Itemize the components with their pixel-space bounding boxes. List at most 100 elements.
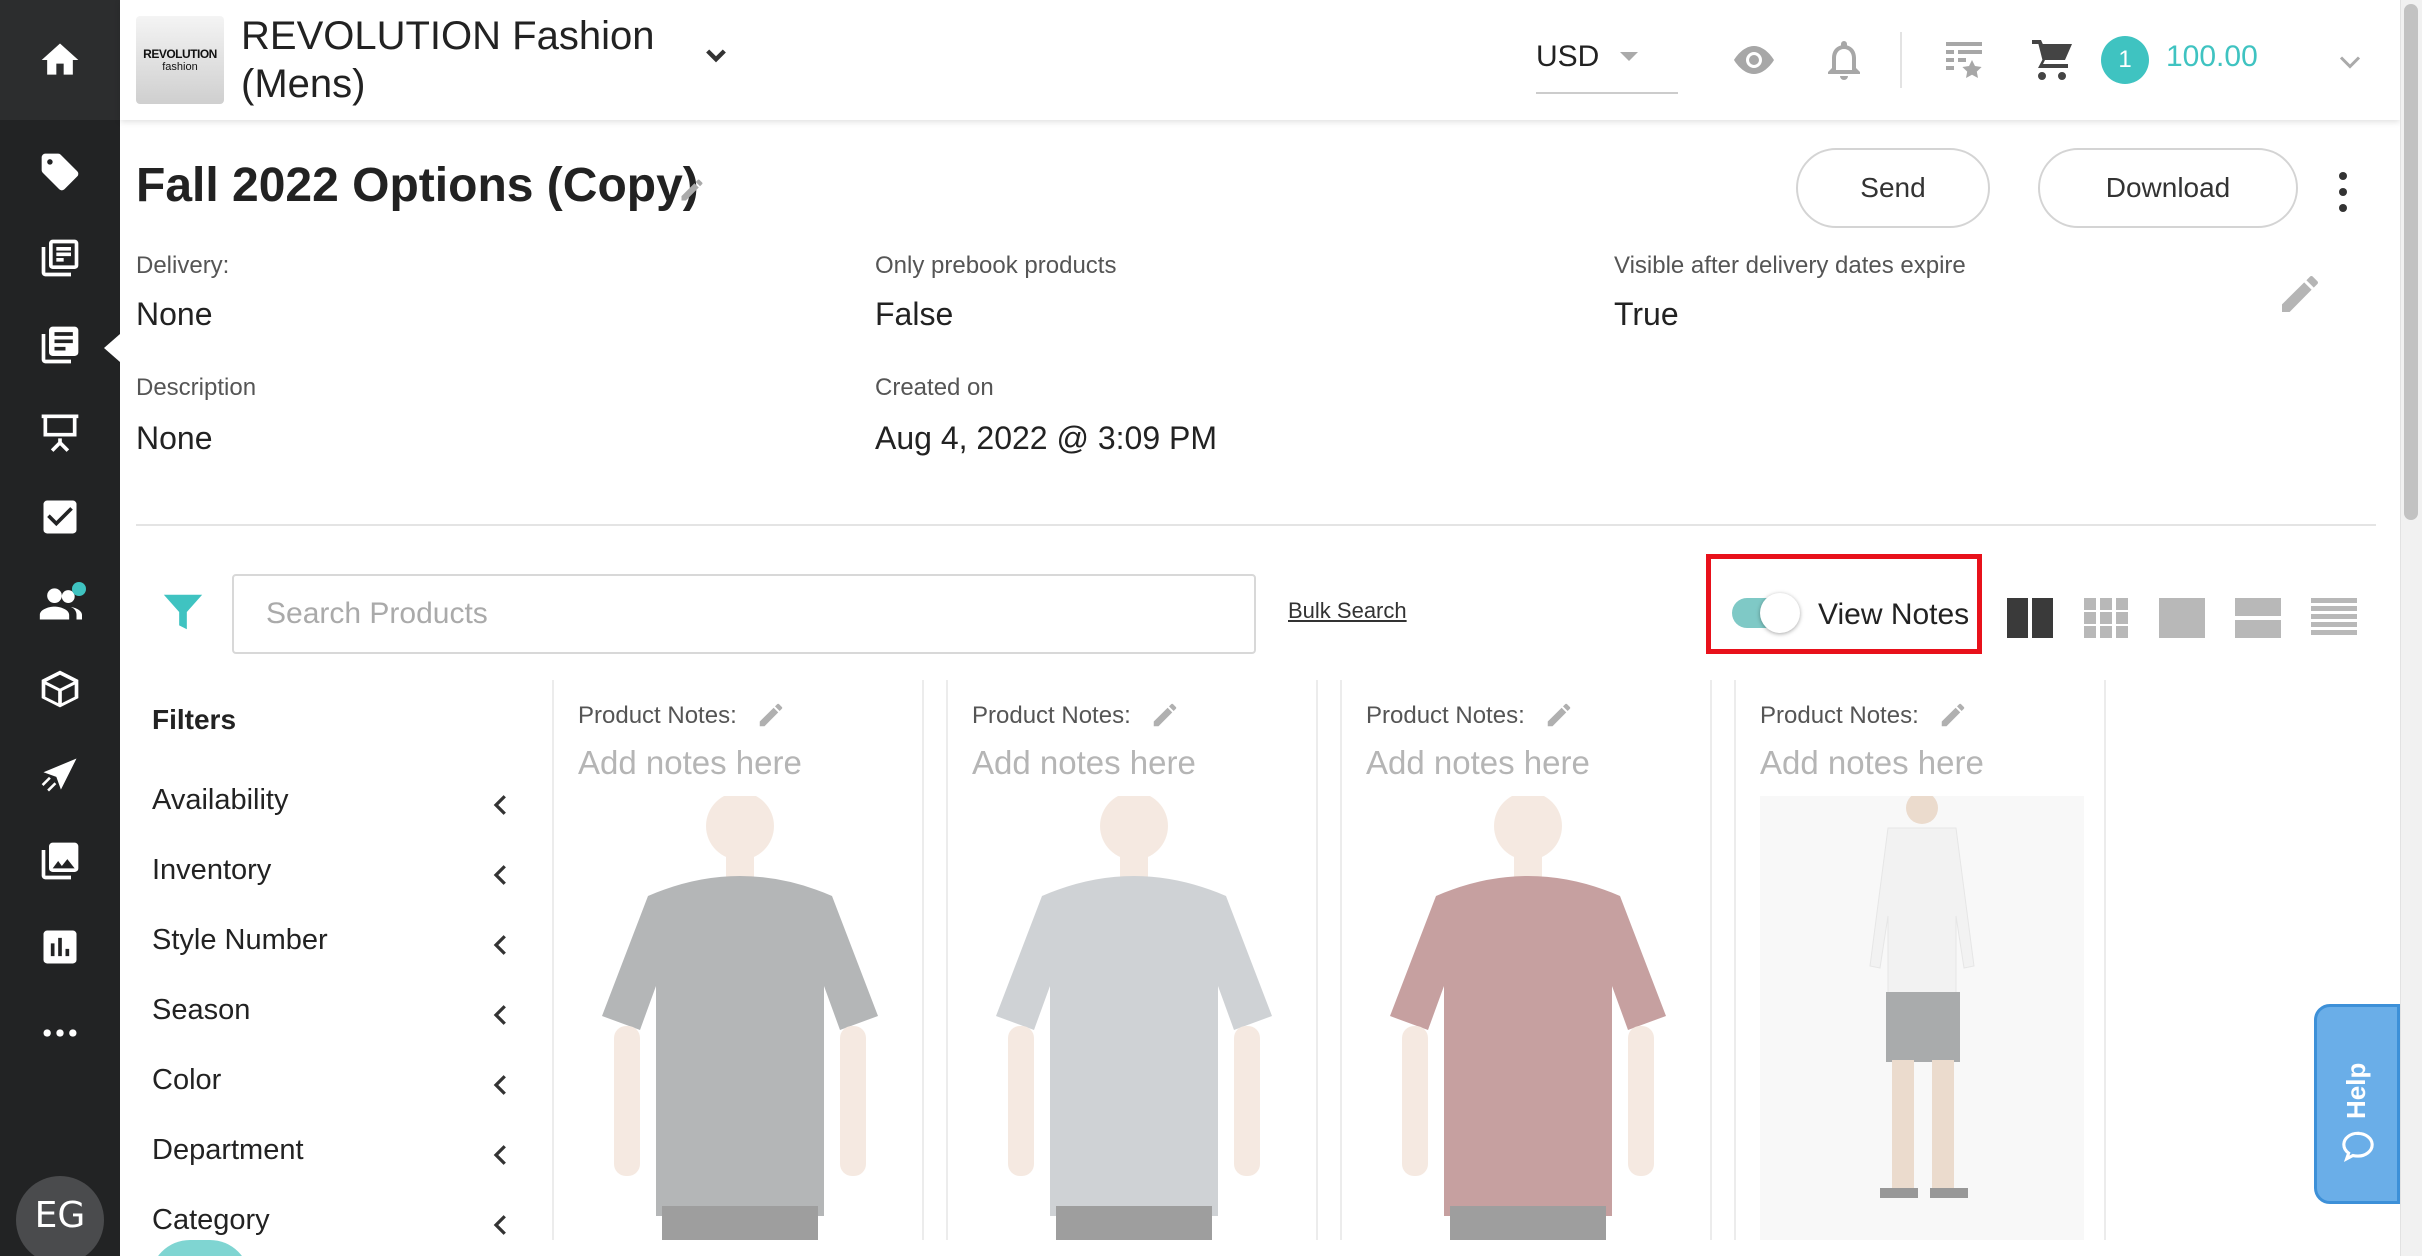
nav-pricing[interactable] xyxy=(0,129,120,215)
brand-switcher-chevron-icon[interactable] xyxy=(696,36,736,76)
product-card[interactable]: Product Notes: Add notes here xyxy=(1340,680,1712,1240)
notes-placeholder[interactable]: Add notes here xyxy=(578,744,802,782)
currency-value: USD xyxy=(1536,40,1600,73)
preview-button[interactable] xyxy=(1730,36,1778,88)
edit-notes-pencil-icon[interactable] xyxy=(1150,700,1180,734)
edit-details-pencil-icon[interactable] xyxy=(2276,270,2324,322)
notification-dot xyxy=(72,582,86,596)
reports-icon xyxy=(43,930,77,964)
product-image[interactable] xyxy=(1366,796,1690,1240)
chevron-left-icon xyxy=(486,790,516,828)
home-icon xyxy=(41,43,79,75)
layout-rows-icon[interactable] xyxy=(2234,594,2282,646)
cart-button[interactable] xyxy=(2028,36,2076,88)
favorites-button[interactable] xyxy=(1940,36,1988,88)
filter-label: Season xyxy=(152,994,251,1026)
filter-label: Category xyxy=(152,1204,270,1236)
edit-notes-pencil-icon[interactable] xyxy=(756,700,786,734)
cart-total[interactable]: 100.00 xyxy=(2166,40,2258,74)
filter-inventory[interactable]: Inventory xyxy=(152,854,522,904)
filter-label: Inventory xyxy=(152,854,272,886)
notes-placeholder[interactable]: Add notes here xyxy=(1366,744,1590,782)
nav-reports[interactable] xyxy=(0,904,120,990)
delivery-label: Delivery: xyxy=(136,252,230,279)
product-card[interactable]: Product Notes: Add notes here xyxy=(1734,680,2106,1240)
edit-notes-pencil-icon[interactable] xyxy=(1544,700,1574,734)
layout-large-columns-icon[interactable] xyxy=(2006,594,2054,646)
layout-single-icon[interactable] xyxy=(2158,594,2206,646)
nav-campaigns[interactable] xyxy=(0,732,120,818)
notes-placeholder[interactable]: Add notes here xyxy=(972,744,1196,782)
view-notes-label[interactable]: View Notes xyxy=(1818,598,1969,632)
product-card[interactable]: Product Notes: Add notes here xyxy=(946,680,1318,1240)
help-tab[interactable]: Help xyxy=(2314,1004,2400,1204)
bulk-search-link[interactable]: Bulk Search xyxy=(1288,598,1407,624)
filter-style-number[interactable]: Style Number xyxy=(152,924,522,974)
notifications-button[interactable] xyxy=(1820,36,1868,88)
search-products-input[interactable]: Search Products xyxy=(232,574,1256,654)
home-button[interactable] xyxy=(0,0,120,120)
product-notes-label: Product Notes: xyxy=(972,702,1131,729)
product-card[interactable]: Product Notes: Add notes here xyxy=(552,680,924,1240)
send-button[interactable]: Send xyxy=(1796,148,1990,228)
account-chevron-down-icon[interactable] xyxy=(2332,44,2368,84)
nav-orders[interactable] xyxy=(0,474,120,560)
filter-color[interactable]: Color xyxy=(152,1064,522,1114)
main-navigation-rail: EG xyxy=(0,0,120,1256)
visible-after-value: True xyxy=(1614,296,1679,332)
scrollbar-thumb[interactable] xyxy=(2404,4,2418,520)
chevron-left-icon xyxy=(486,1000,516,1038)
edit-notes-pencil-icon[interactable] xyxy=(1938,700,1968,734)
layout-list-icon[interactable] xyxy=(2310,594,2358,646)
active-nav-indicator xyxy=(104,334,120,362)
caret-down-icon xyxy=(1620,52,1638,61)
product-image[interactable] xyxy=(972,796,1296,1240)
currency-select[interactable]: USD xyxy=(1536,30,1678,94)
filter-label: Color xyxy=(152,1064,222,1096)
logo-line1: REVOLUTION xyxy=(143,47,217,61)
chevron-left-icon xyxy=(486,1140,516,1178)
nav-more[interactable] xyxy=(0,990,120,1076)
view-notes-toggle[interactable] xyxy=(1732,593,1800,633)
download-button[interactable]: Download xyxy=(2038,148,2298,228)
nav-inventory[interactable] xyxy=(0,646,120,732)
nav-media[interactable] xyxy=(0,818,120,904)
filter-season[interactable]: Season xyxy=(152,994,522,1044)
created-value: Aug 4, 2022 @ 3:09 PM xyxy=(875,420,1218,456)
bell-icon xyxy=(1828,41,1860,80)
layout-grid-icon[interactable] xyxy=(2082,594,2130,646)
filter-funnel-icon[interactable] xyxy=(160,586,206,642)
linesheet-icon xyxy=(41,326,79,364)
email-campaign-icon xyxy=(41,758,77,792)
product-image[interactable] xyxy=(1760,796,2084,1240)
chevron-left-icon xyxy=(486,930,516,968)
presentation-icon xyxy=(41,414,79,452)
created-label: Created on xyxy=(875,374,994,401)
nav-customers[interactable] xyxy=(0,560,120,646)
filter-label: Department xyxy=(152,1134,304,1166)
description-label: Description xyxy=(136,374,257,401)
price-tag-icon xyxy=(41,153,79,191)
more-options-kebab-icon[interactable] xyxy=(2328,168,2358,216)
filter-label: Availability xyxy=(152,784,289,816)
product-notes-label: Product Notes: xyxy=(1366,702,1525,729)
filter-department[interactable]: Department xyxy=(152,1134,522,1184)
user-avatar[interactable]: EG xyxy=(16,1176,104,1256)
brand-name[interactable]: REVOLUTION Fashion (Mens) xyxy=(241,12,661,108)
edit-title-pencil-icon[interactable] xyxy=(678,176,706,208)
nav-linesheets[interactable] xyxy=(0,302,120,388)
cart-icon xyxy=(2032,40,2072,80)
product-image[interactable] xyxy=(578,796,902,1240)
nav-catalogs[interactable] xyxy=(0,215,120,301)
notes-placeholder[interactable]: Add notes here xyxy=(1760,744,1984,782)
cart-count-badge[interactable]: 1 xyxy=(2101,36,2149,84)
logo-line2: fashion xyxy=(162,61,198,73)
eye-icon xyxy=(1734,46,1774,74)
filter-availability[interactable]: Availability xyxy=(152,784,522,834)
nav-presentations[interactable] xyxy=(0,388,120,474)
checklist-icon xyxy=(43,500,77,534)
chevron-left-icon xyxy=(486,1070,516,1108)
section-divider xyxy=(136,524,2376,526)
help-label: Help xyxy=(2341,1062,2371,1119)
toggle-knob xyxy=(1760,593,1800,633)
